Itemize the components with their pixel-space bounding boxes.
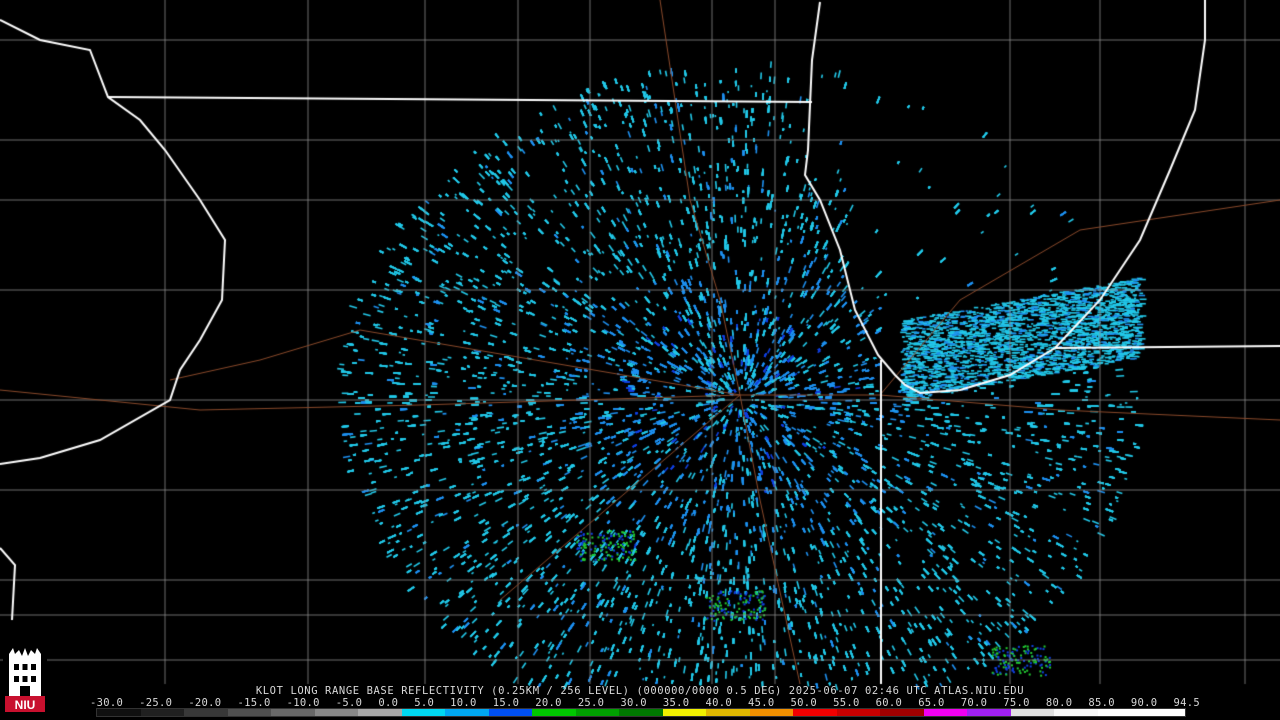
legend-swatch — [271, 709, 315, 716]
legend-swatch — [575, 709, 620, 716]
product-caption: KLOT LONG RANGE BASE REFLECTIVITY (0.25K… — [255, 685, 1025, 697]
legend-swatch — [314, 709, 359, 716]
legend-label: 10.0 — [450, 697, 477, 709]
legend-swatch — [1097, 709, 1142, 716]
legend-swatch — [706, 709, 750, 716]
legend-label: 45.0 — [748, 697, 775, 709]
legend-label: 94.5 — [1173, 697, 1200, 709]
legend-swatch — [1010, 709, 1055, 716]
radar-map — [0, 0, 1280, 720]
legend-label: 65.0 — [918, 697, 945, 709]
legend-swatch — [358, 709, 402, 716]
legend-label: 35.0 — [662, 697, 690, 709]
legend-label: 40.0 — [705, 697, 732, 709]
logo-text: NIU — [15, 698, 36, 712]
legend-swatch — [445, 709, 489, 716]
legend-swatch — [836, 709, 881, 716]
legend-label: 25.0 — [577, 697, 605, 709]
legend-swatch — [401, 709, 446, 716]
legend-swatch — [140, 709, 185, 716]
legend-swatch — [619, 709, 663, 716]
legend-label: 30.0 — [620, 697, 647, 709]
legend-label: -25.0 — [139, 697, 173, 709]
legend-label: 50.0 — [790, 697, 818, 709]
legend-swatch — [97, 709, 141, 716]
legend-swatch — [1141, 709, 1185, 716]
legend-label: 80.0 — [1045, 697, 1073, 709]
legend-swatch — [532, 709, 576, 716]
legend-label: 60.0 — [875, 697, 903, 709]
legend-label: 55.0 — [833, 697, 860, 709]
legend-label: 15.0 — [492, 697, 520, 709]
legend-label: 85.0 — [1088, 697, 1115, 709]
legend-label: 20.0 — [535, 697, 562, 709]
legend-label: -30.0 — [90, 697, 124, 709]
legend-swatch — [923, 709, 968, 716]
legend-swatch — [749, 709, 794, 716]
legend-swatch — [1054, 709, 1098, 716]
legend-swatch — [227, 709, 272, 716]
legend-label: 75.0 — [1003, 697, 1030, 709]
legend-labels: -30.0 -25.0 -20.0 -15.0 -10.0 -5.0 0.0 5.0 10.0 1… — [90, 697, 1200, 709]
legend-label: -10.0 — [286, 697, 320, 709]
legend-swatch — [662, 709, 707, 716]
legend-label: 0.0 — [378, 697, 399, 709]
legend-label: -15.0 — [237, 697, 271, 709]
legend-swatch — [793, 709, 837, 716]
legend-label: 90.0 — [1130, 697, 1158, 709]
legend-label: -20.0 — [188, 697, 222, 709]
legend-swatch — [184, 709, 228, 716]
legend-swatch — [488, 709, 533, 716]
legend-label: -5.0 — [335, 697, 363, 709]
legend-label: 70.0 — [960, 697, 988, 709]
reflectivity-color-scale — [96, 708, 1186, 717]
legend-swatch — [880, 709, 924, 716]
legend-label: 5.0 — [414, 697, 435, 709]
niu-logo-icon: NIU — [3, 646, 47, 714]
legend-swatch — [967, 709, 1011, 716]
